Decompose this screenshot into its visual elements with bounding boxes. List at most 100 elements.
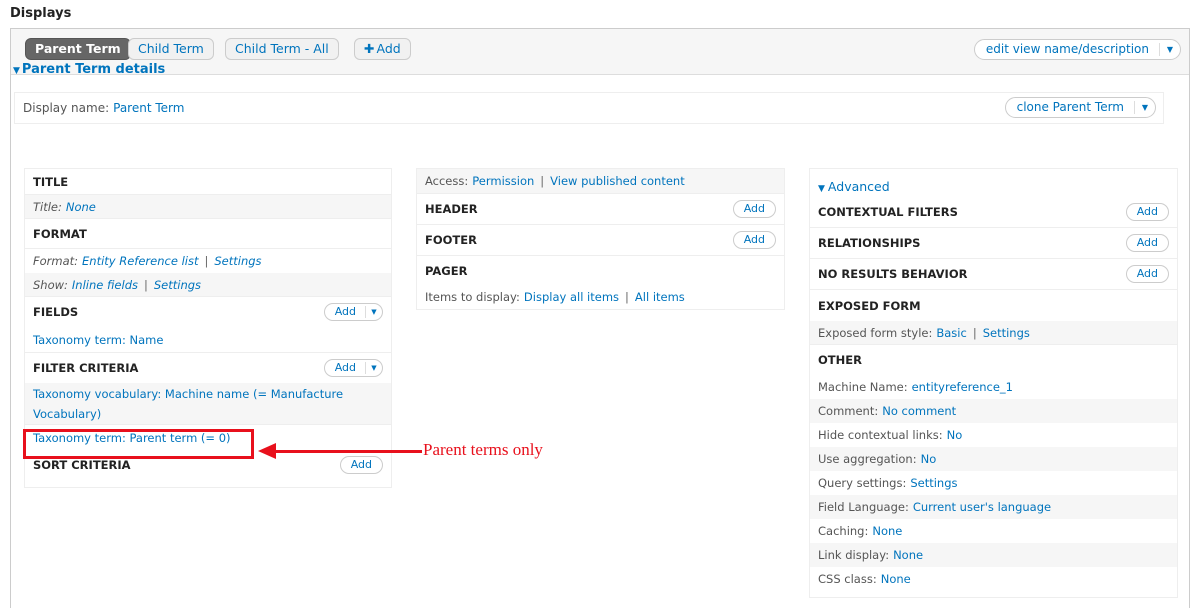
add-label: Add: [334, 305, 356, 318]
triangle-down-icon: ▼: [13, 66, 20, 76]
chevron-down-icon[interactable]: ▼: [366, 360, 382, 376]
filter-section-heading: FILTER CRITERIA Add ▼: [25, 353, 391, 383]
access-row: Access: Permission | View published cont…: [417, 169, 784, 194]
header-add-button[interactable]: Add: [732, 200, 776, 218]
contextual-filters-add-button[interactable]: Add: [1125, 203, 1169, 221]
header-heading: HEADER: [425, 202, 478, 216]
show-settings-link[interactable]: Settings: [154, 278, 201, 292]
sort-add-button[interactable]: Add: [339, 456, 383, 474]
details-toggle-label: Parent Term details: [21, 62, 166, 77]
field-language-link[interactable]: Current user's language: [913, 500, 1051, 514]
clone-display-button[interactable]: clone Parent Term ▼: [1004, 97, 1156, 118]
edit-view-name-button[interactable]: edit view name/description ▼: [973, 39, 1181, 60]
tab-parent-term[interactable]: Parent Term: [25, 38, 131, 60]
exposed-form-settings-link[interactable]: Settings: [983, 326, 1030, 340]
pager-row: Items to display: Display all items | Al…: [417, 286, 784, 308]
other-item: Use aggregation: No: [810, 447, 1177, 471]
format-value-link[interactable]: Entity Reference list: [82, 254, 198, 268]
advanced-toggle[interactable]: ▼ Advanced: [818, 179, 890, 194]
use-aggregation-link[interactable]: No: [921, 452, 937, 466]
other-heading: OTHER: [810, 345, 1177, 375]
hide-contextual-links-label: Hide contextual links:: [818, 428, 943, 442]
other-item: Field Language: Current user's language: [810, 495, 1177, 519]
exposed-form-style-link[interactable]: Basic: [936, 326, 966, 340]
footer-add-button[interactable]: Add: [732, 231, 776, 249]
separator: |: [972, 325, 977, 340]
exposed-form-style-label: Exposed form style:: [818, 325, 933, 340]
other-item: CSS class: None: [810, 567, 1177, 591]
format-row: Format: Entity Reference list | Settings: [25, 249, 391, 273]
clone-label: clone Parent Term: [1016, 100, 1124, 114]
display-tabs-bar: Parent Term Child Term Child Term - All …: [11, 29, 1189, 75]
fields-add-button[interactable]: Add ▼: [323, 303, 383, 321]
display-name-link[interactable]: Parent Term: [113, 101, 184, 115]
show-value-link[interactable]: Inline fields: [72, 278, 138, 292]
filter-vocabulary-link[interactable]: Taxonomy vocabulary: Machine name (= Man…: [33, 384, 383, 424]
footer-section-heading: FOOTER Add: [417, 225, 784, 256]
query-settings-link[interactable]: Settings: [910, 476, 957, 490]
separator: |: [540, 174, 545, 188]
middle-column: Access: Permission | View published cont…: [416, 168, 785, 310]
plus-icon: ✚: [364, 41, 375, 56]
sort-heading: SORT CRITERIA: [33, 458, 131, 472]
other-item: Comment: No comment: [810, 399, 1177, 423]
access-label: Access:: [425, 174, 469, 188]
hide-contextual-links-link[interactable]: No: [947, 428, 963, 442]
add-display-button[interactable]: ✚ Add: [354, 38, 411, 60]
triangle-down-icon: ▼: [818, 183, 825, 194]
relationships-add-button[interactable]: Add: [1125, 234, 1169, 252]
filter-item: Taxonomy vocabulary: Machine name (= Man…: [25, 383, 391, 425]
pager-detail-link[interactable]: All items: [635, 290, 685, 304]
chevron-down-icon[interactable]: ▼: [366, 304, 382, 320]
header-section-heading: HEADER Add: [417, 194, 784, 225]
page-title: Displays: [10, 6, 72, 21]
display-name-label: Display name:: [23, 101, 110, 115]
access-value-link[interactable]: Permission: [472, 174, 534, 188]
caching-link[interactable]: None: [872, 524, 902, 538]
other-item: Query settings: Settings: [810, 471, 1177, 495]
no-results-add-button[interactable]: Add: [1125, 265, 1169, 283]
separator: |: [625, 290, 629, 304]
parent-term-details-toggle[interactable]: ▼ Parent Term details: [13, 62, 165, 77]
title-section-heading: TITLE: [25, 169, 391, 195]
field-language-label: Field Language:: [818, 500, 909, 514]
tab-child-term-all[interactable]: Child Term - All: [225, 38, 339, 60]
format-label: Format:: [33, 254, 79, 268]
chevron-down-icon[interactable]: ▼: [1160, 40, 1180, 59]
field-item: Taxonomy term: Name: [25, 327, 391, 353]
machine-name-link[interactable]: entityreference_1: [912, 380, 1013, 394]
filter-add-button[interactable]: Add ▼: [323, 359, 383, 377]
separator: |: [204, 254, 209, 268]
pager-heading: PAGER: [425, 264, 468, 278]
exposed-form-label: EXPOSED FORM: [818, 298, 921, 313]
comment-link[interactable]: No comment: [882, 404, 956, 418]
access-detail-link[interactable]: View published content: [550, 174, 685, 188]
use-aggregation-label: Use aggregation:: [818, 452, 917, 466]
advanced-toggle-row: ▼ Advanced: [810, 169, 1177, 197]
add-label: Add: [334, 361, 356, 374]
no-results-label: NO RESULTS BEHAVIOR: [818, 267, 968, 281]
no-results-heading: NO RESULTS BEHAVIOR Add: [810, 259, 1177, 290]
title-heading: TITLE: [33, 174, 69, 189]
query-settings-label: Query settings:: [818, 476, 907, 490]
format-settings-link[interactable]: Settings: [214, 254, 261, 268]
other-item: Hide contextual links: No: [810, 423, 1177, 447]
show-label: Show:: [33, 277, 68, 292]
pager-value-link[interactable]: Display all items: [524, 290, 619, 304]
display-name-bar: Display name: Parent Term clone Parent T…: [14, 92, 1164, 124]
link-display-link[interactable]: None: [893, 548, 923, 562]
field-taxonomy-name-link[interactable]: Taxonomy term: Name: [33, 333, 163, 347]
tab-child-term[interactable]: Child Term: [128, 38, 214, 60]
format-heading: FORMAT: [33, 226, 87, 241]
relationships-label: RELATIONSHIPS: [818, 236, 921, 250]
contextual-filters-label: CONTEXTUAL FILTERS: [818, 205, 958, 219]
css-class-link[interactable]: None: [881, 572, 911, 586]
format-section-heading: FORMAT: [25, 219, 391, 249]
annotation-arrow-head-icon: [258, 443, 276, 459]
annotation-highlight-box: [23, 429, 254, 459]
css-class-label: CSS class:: [818, 572, 877, 586]
pager-section-heading: PAGER: [417, 256, 784, 286]
fields-section-heading: FIELDS Add ▼: [25, 297, 391, 327]
title-value-link[interactable]: None: [66, 200, 96, 214]
chevron-down-icon[interactable]: ▼: [1135, 98, 1155, 117]
